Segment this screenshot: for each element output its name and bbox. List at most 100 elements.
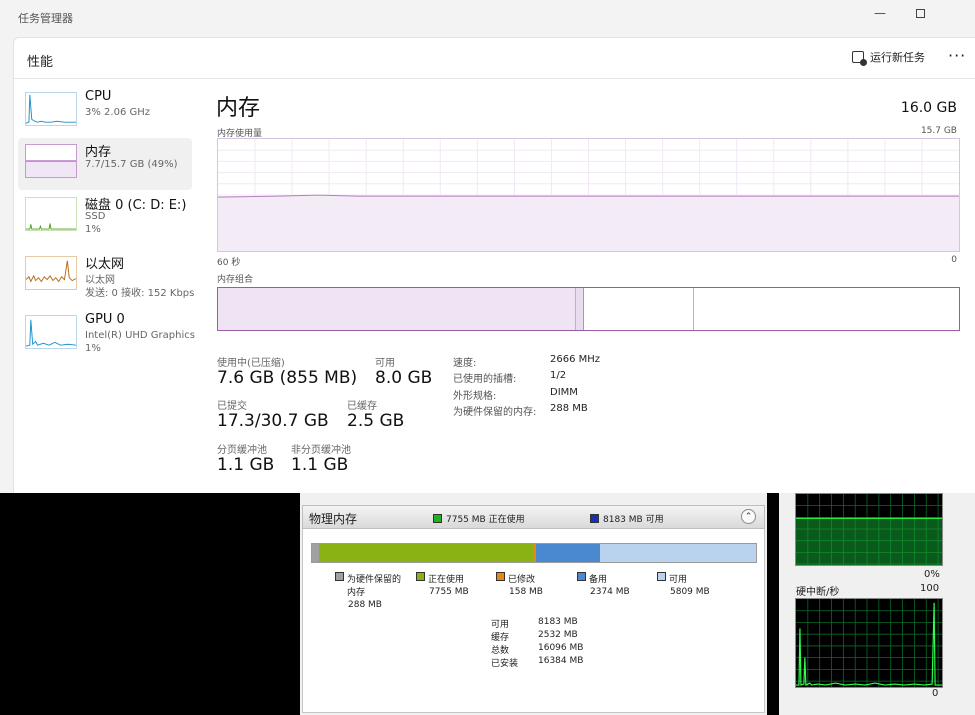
summary-label: 缓存	[491, 633, 510, 643]
sidebar-item-detail: Intel(R) UHD Graphics	[85, 330, 195, 341]
composition-free	[694, 288, 958, 330]
sidebar-item-label: 内存	[85, 145, 112, 160]
available-swatch	[590, 514, 599, 523]
minimize-icon: —	[874, 6, 886, 20]
standby-swatch	[577, 572, 586, 581]
stat-nonpaged-value: 1.1 GB	[291, 455, 349, 475]
legend-value: 5809 MB	[670, 587, 710, 597]
summary-value: 16384 MB	[538, 656, 584, 666]
stat-available-value: 8.0 GB	[375, 368, 433, 388]
ethernet-thumbnail-graph	[25, 256, 77, 290]
in-use-swatch	[433, 514, 442, 523]
sidebar-item-ethernet[interactable]: 以太网 以太网 发送: 0 接收: 152 Kbps	[18, 250, 195, 302]
memory-composition-label: 内存组合	[217, 275, 254, 285]
detail-label: 为硬件保留的内存:	[453, 407, 537, 418]
summary-value: 2532 MB	[538, 630, 578, 640]
performance-panel: 性能 运行新任务 ··· CPU 3% 2.06 GHz 内存 7.7/15.7…	[13, 37, 975, 493]
run-task-icon	[852, 51, 867, 66]
legend-label: 备用	[589, 575, 608, 585]
bar-in-use	[319, 544, 533, 562]
disk-thumbnail-graph	[25, 197, 77, 231]
composition-in-use	[218, 288, 576, 330]
stat-in-use-value: 7.6 GB (855 MB)	[217, 368, 358, 388]
legend-free: 可用 5809 MB	[657, 572, 710, 597]
summary-label: 可用	[491, 620, 510, 630]
stat-nonpaged-label: 非分页缓冲池	[291, 445, 351, 456]
detail-label: 速度:	[453, 358, 477, 369]
screen: 任务管理器 — 性能 运行新任务 ··· CPU 3% 2.06 GHz 内存 …	[0, 0, 975, 715]
stat-paged-label: 分页缓冲池	[217, 445, 267, 456]
more-options-button[interactable]: ···	[948, 46, 966, 65]
detail-value: DIMM	[550, 387, 578, 398]
run-new-task-button[interactable]: 运行新任务	[852, 49, 925, 66]
app-title: 任务管理器	[18, 12, 73, 25]
sidebar-item-detail: SSD	[85, 211, 106, 222]
bar-free	[600, 544, 756, 562]
summary-label: 已安装	[491, 659, 519, 669]
legend-label: 可用	[669, 575, 688, 585]
legend-label: 为硬件保留的	[347, 575, 402, 585]
composition-modified	[576, 288, 584, 330]
legend-label: 已修改	[508, 575, 536, 585]
hard-faults-line	[796, 602, 942, 686]
legend-in-use-segment: 正在使用 7755 MB	[416, 572, 469, 597]
memory-composition-bar	[217, 287, 960, 331]
reserved-swatch	[335, 572, 344, 581]
legend-value: 158 MB	[509, 587, 543, 597]
physical-memory-header[interactable]: 物理内存 7755 MB 正在使用 8183 MB 可用 ⌃	[302, 505, 765, 529]
composition-standby	[584, 288, 694, 330]
maximize-button[interactable]	[900, 2, 940, 24]
physical-memory-body: 为硬件保留的 内存 288 MB 正在使用 7755 MB 已修改 158 MB …	[302, 529, 765, 713]
minimize-button[interactable]: —	[860, 2, 900, 24]
bar-reserved	[312, 544, 319, 562]
sidebar-item-detail: 1%	[85, 343, 101, 354]
legend-in-use-text: 7755 MB 正在使用	[446, 515, 525, 525]
sidebar-item-label: 以太网	[85, 257, 125, 272]
usage-area	[218, 196, 959, 251]
sidebar-item-detail: 发送: 0 接收: 152 Kbps	[85, 288, 195, 299]
run-new-task-label: 运行新任务	[870, 51, 925, 64]
legend-label: 正在使用	[428, 575, 465, 585]
summary-value: 8183 MB	[538, 617, 578, 627]
graph1-bottom-label: 0%	[924, 569, 940, 580]
graph-axis-right: 0	[951, 255, 957, 265]
gpu-thumbnail-graph	[25, 315, 77, 349]
summary-label: 总数	[491, 646, 510, 656]
detail-value: 2666 MHz	[550, 354, 601, 365]
sidebar-item-detail: 1%	[85, 224, 101, 235]
collapse-chevron-icon[interactable]: ⌃	[741, 509, 756, 524]
cpu-thumbnail-graph	[25, 92, 77, 126]
memory-thumbnail-graph	[25, 144, 77, 178]
legend-available-text: 8183 MB 可用	[603, 515, 664, 525]
sidebar-item-cpu[interactable]: CPU 3% 2.06 GHz	[18, 86, 192, 138]
legend-label: 内存	[347, 588, 366, 598]
page-title: 性能	[27, 55, 54, 70]
legend-value: 288 MB	[348, 600, 382, 610]
sidebar-item-disk[interactable]: 磁盘 0 (C: D: E:) SSD 1%	[18, 191, 192, 243]
stat-in-use-label: 使用中(已压缩)	[217, 358, 285, 369]
graph2-top-label: 100	[920, 583, 940, 594]
detail-label: 外形规格:	[453, 391, 497, 402]
title-bar: 任务管理器 —	[0, 0, 975, 34]
stat-cached-value: 2.5 GB	[347, 411, 405, 431]
sidebar-item-gpu[interactable]: GPU 0 Intel(R) UHD Graphics 1%	[18, 309, 195, 361]
graph2-bottom-label: 0	[932, 688, 939, 699]
legend-value: 2374 MB	[590, 587, 630, 597]
detail-value: 1/2	[550, 370, 567, 381]
sidebar-item-label: CPU	[85, 89, 112, 104]
resource-monitor-memory: 物理内存 7755 MB 正在使用 8183 MB 可用 ⌃ 为硬件保留的内存	[300, 493, 767, 715]
header-divider	[14, 78, 975, 79]
sidebar-item-label: GPU 0	[85, 312, 125, 327]
stat-committed-label: 已提交	[217, 401, 247, 412]
memory-graph	[795, 493, 943, 566]
memory-total: 16.0 GB	[900, 100, 957, 116]
modified-swatch	[496, 572, 505, 581]
legend-modified: 已修改 158 MB	[496, 572, 543, 597]
in-use-segment-swatch	[416, 572, 425, 581]
sidebar-item-memory[interactable]: 内存 7.7/15.7 GB (49%)	[18, 138, 192, 190]
legend-in-use: 7755 MB 正在使用	[433, 512, 525, 525]
legend-standby: 备用 2374 MB	[577, 572, 630, 597]
bar-standby	[536, 544, 600, 562]
graph2-title: 硬中断/秒	[796, 587, 840, 598]
stat-available-label: 可用	[375, 358, 395, 369]
